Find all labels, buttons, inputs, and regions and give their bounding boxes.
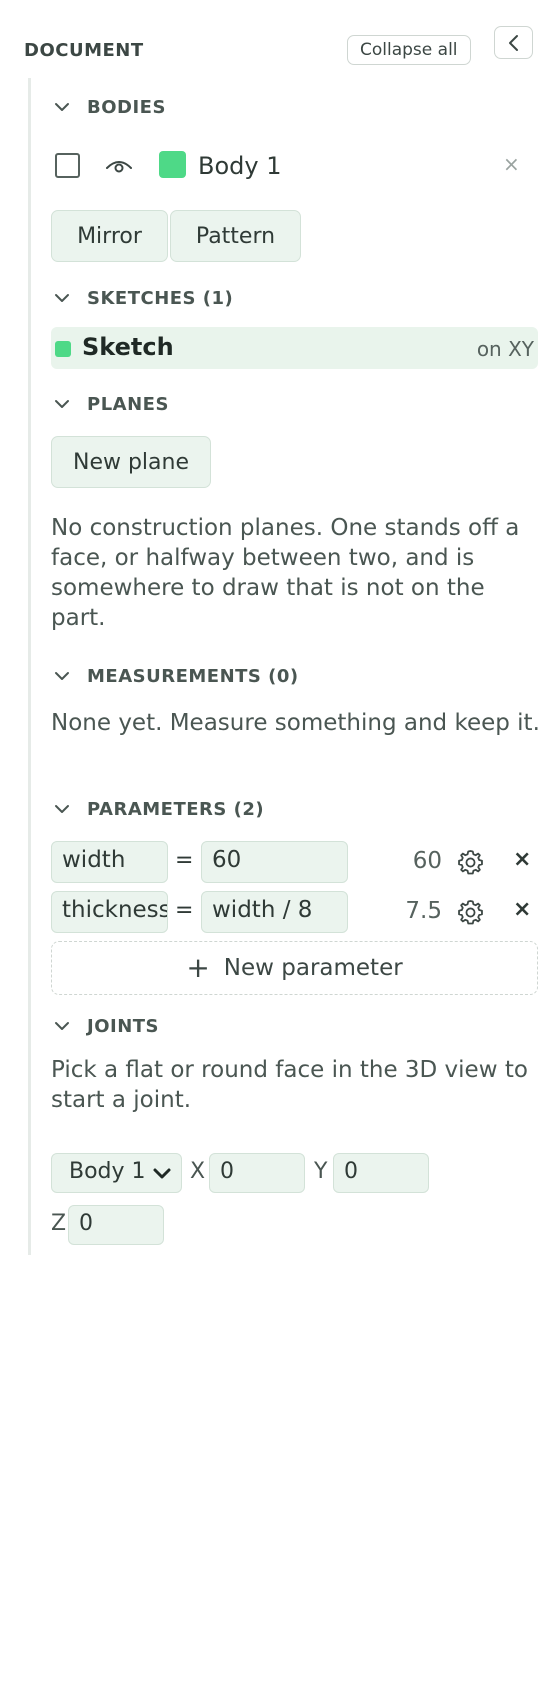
section-joints-header[interactable]: JOINTS [51,1011,159,1041]
parameter-value: 60 [412,848,442,874]
section-bodies-label: BODIES [87,96,166,118]
joint-y-input[interactable]: 0 [333,1153,429,1193]
new-parameter-button[interactable]: + New parameter [51,941,538,995]
section-measurements-header[interactable]: MEASUREMENTS (0) [51,661,299,691]
document-header: DOCUMENT Collapse all [24,26,534,70]
section-planes-label: PLANES [87,393,169,415]
section-sketches-header[interactable]: SKETCHES (1) [51,283,233,313]
chevron-down-icon [51,96,73,118]
parameter-expression-input[interactable]: 60 [201,841,348,883]
sketch-row[interactable]: Sketch on XY [51,327,538,369]
remove-parameter-button[interactable]: × [513,897,531,922]
new-plane-button[interactable]: New plane [51,436,211,488]
section-joints-label: JOINTS [87,1015,160,1037]
tree-guide-line [28,78,31,1255]
z-label: Z [51,1211,67,1236]
section-measurements-label: MEASUREMENTS (0) [87,665,299,687]
collapse-panel-button[interactable] [494,26,533,59]
parameter-row: width = 60 60 × [51,841,537,883]
parameter-expression-input[interactable]: width / 8 [201,891,348,933]
pattern-button[interactable]: Pattern [170,210,301,262]
planes-empty-text: No construction planes. One stands off a… [51,515,520,631]
collapse-all-button[interactable]: Collapse all [347,35,471,65]
parameter-row: thickness = width / 8 7.5 × [51,891,537,933]
section-parameters-label: PARAMETERS (2) [87,798,265,820]
eye-icon[interactable] [104,155,134,177]
mirror-button[interactable]: Mirror [51,210,168,262]
gear-icon[interactable] [457,899,484,926]
gear-icon[interactable] [457,849,484,876]
chevron-down-icon [153,1168,171,1179]
body-name[interactable]: Body 1 [198,152,281,180]
parameter-name-input[interactable]: width [51,841,168,883]
joint-body-select[interactable]: Body 1 [51,1153,182,1193]
chevron-down-icon [51,287,73,309]
body-row[interactable]: Body 1 × [51,146,537,186]
joint-x-input[interactable]: 0 [209,1153,305,1193]
joint-body-select-value: Body 1 [69,1159,146,1184]
chevron-down-icon [51,393,73,415]
document-title: DOCUMENT [24,40,144,61]
section-planes-header[interactable]: PLANES [51,389,169,419]
parameter-equals: = [175,848,194,873]
chevron-left-icon [508,34,518,51]
chevron-down-icon [51,1015,73,1037]
sketch-plane-label: on XY [476,337,534,361]
remove-body-button[interactable]: × [503,152,520,176]
body-color-swatch[interactable] [159,151,186,178]
x-label: X [190,1159,206,1184]
section-parameters-header[interactable]: PARAMETERS (2) [51,794,264,824]
parameter-equals: = [175,898,194,923]
sketch-color-swatch [55,341,71,357]
new-parameter-label: New parameter [223,955,403,981]
parameter-name-input[interactable]: thickness [51,891,168,933]
body-select-checkbox[interactable] [55,153,80,178]
section-sketches-label: SKETCHES (1) [87,287,234,309]
remove-parameter-button[interactable]: × [513,847,531,872]
parameter-value: 7.5 [405,898,442,924]
chevron-down-icon [51,665,73,687]
joint-z-input[interactable]: 0 [68,1205,164,1245]
y-label: Y [314,1159,328,1184]
joints-hint-text: Pick a flat or round face in the 3D view… [51,1057,528,1113]
plus-icon: + [186,951,210,984]
chevron-down-icon [51,798,73,820]
section-bodies-header[interactable]: BODIES [51,92,166,122]
sketch-name: Sketch [82,333,174,361]
measurements-empty-text: None yet. Measure something and keep it. [51,710,540,736]
